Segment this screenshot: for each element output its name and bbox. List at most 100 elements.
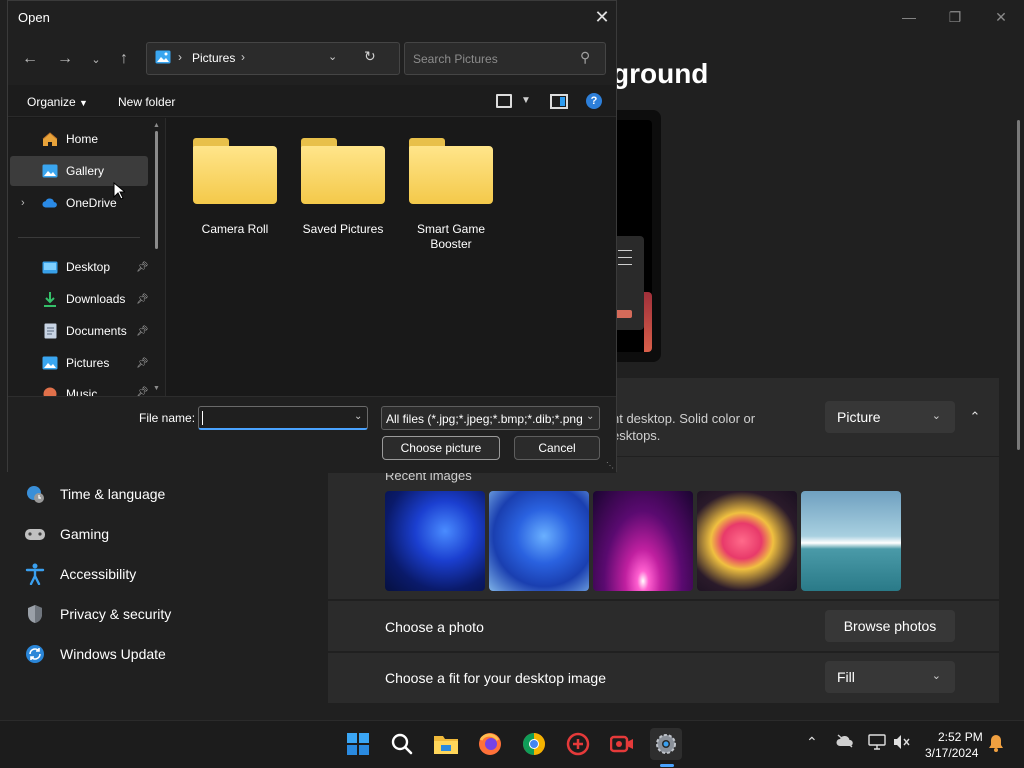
cancel-button[interactable]: Cancel [514, 436, 600, 460]
recorder-icon[interactable] [606, 728, 638, 760]
sidebar-item-downloads[interactable]: Downloads 📌︎ [10, 284, 149, 314]
pin-icon[interactable]: 📌︎ [136, 326, 149, 337]
dialog-titlebar [8, 1, 616, 33]
onedrive-offline-icon[interactable] [836, 734, 854, 751]
notification-bell-icon[interactable] [988, 734, 1004, 755]
download-icon [42, 291, 58, 307]
clock-date[interactable]: 3/17/2024 [925, 746, 978, 760]
folder-saved-pictures[interactable]: Saved Pictures [295, 138, 391, 237]
chrome-icon[interactable] [518, 728, 550, 760]
open-file-dialog: Open ✕ ← → ⌄ ↑ › Pictures › ⌄ ↻ Search P… [7, 0, 617, 473]
file-name-input[interactable] [198, 406, 368, 430]
sidebar-item-documents[interactable]: Documents 📌︎ [10, 316, 149, 346]
chevron-down-icon[interactable]: ⌄ [328, 50, 337, 63]
sidebar-item-desktop[interactable]: Desktop 📌︎ [10, 252, 149, 282]
personalize-description: nt desktop. Solid color or esktops. [612, 411, 756, 443]
shield-icon [24, 603, 46, 625]
close-button[interactable]: ✕ [978, 6, 1024, 28]
nav-item-time-language[interactable]: Time & language [24, 479, 165, 509]
pin-icon[interactable]: 📌︎ [136, 294, 149, 305]
text-cursor [202, 411, 203, 425]
gallery-icon [42, 163, 58, 179]
scrollbar[interactable] [1017, 120, 1020, 450]
navigation-scrollbar[interactable] [155, 131, 158, 249]
breadcrumb-separator-icon[interactable]: › [241, 50, 245, 64]
folder-camera-roll[interactable]: Camera Roll [187, 138, 283, 237]
scroll-up-arrow-icon[interactable]: ▲ [153, 122, 160, 129]
sidebar-divider [18, 237, 140, 238]
chevron-down-icon[interactable]: ⌄ [354, 411, 362, 422]
settings-icon[interactable] [650, 728, 682, 760]
nav-item-gaming[interactable]: Gaming [24, 519, 109, 549]
preview-wallpaper [644, 292, 652, 352]
chevron-down-icon: ⌄ [931, 670, 941, 682]
chevron-up-icon[interactable]: ⌃ [806, 734, 818, 751]
nav-item-accessibility[interactable]: Accessibility [24, 559, 136, 589]
address-bar[interactable] [146, 42, 400, 75]
folder-smart-game-booster[interactable]: Smart Game Booster [403, 138, 499, 252]
view-options-icon[interactable] [496, 94, 512, 108]
accessibility-icon [24, 563, 46, 585]
sidebar-item-music[interactable]: Music 📌︎ [10, 380, 148, 396]
sidebar-item-pictures[interactable]: Pictures 📌︎ [10, 348, 149, 378]
network-icon[interactable] [868, 734, 886, 753]
recent-locations-chevron-icon[interactable]: ⌄ [84, 49, 108, 69]
recent-image-1[interactable] [385, 491, 485, 591]
update-icon [24, 643, 46, 665]
file-type-select[interactable]: All files (*.jpg;*.jpeg;*.bmp;*.dib;*.pn… [381, 406, 600, 430]
breadcrumb-separator-icon[interactable]: › [178, 50, 182, 64]
cloud-icon [42, 195, 58, 211]
forward-arrow-icon[interactable]: → [53, 49, 77, 69]
sidebar-item-gallery[interactable]: Gallery [10, 156, 148, 186]
close-icon[interactable]: ✕ [592, 7, 612, 27]
game-booster-icon[interactable] [562, 728, 594, 760]
minimize-button[interactable]: — [886, 6, 932, 28]
recent-image-2[interactable] [489, 491, 589, 591]
firefox-icon[interactable] [474, 728, 506, 760]
pin-icon[interactable]: 📌︎ [136, 262, 149, 273]
organize-button[interactable]: Organize ▼ [27, 95, 88, 109]
recent-image-3[interactable] [593, 491, 693, 591]
folder-icon [193, 138, 277, 204]
chevron-down-icon: ▼ [79, 98, 88, 108]
globe-clock-icon [24, 483, 46, 505]
refresh-icon[interactable]: ↻ [364, 48, 382, 68]
pictures-icon [42, 355, 58, 371]
preview-pane-icon[interactable] [550, 94, 568, 109]
breadcrumb-pictures[interactable]: Pictures [192, 51, 235, 65]
pin-icon[interactable]: 📌︎ [136, 387, 148, 396]
nav-item-windows-update[interactable]: Windows Update [24, 639, 166, 669]
clock-time[interactable]: 2:52 PM [938, 730, 983, 744]
chevron-down-icon[interactable]: ⌄ [586, 411, 594, 422]
new-folder-button[interactable]: New folder [118, 95, 175, 109]
up-arrow-icon[interactable]: ↑ [112, 49, 136, 69]
music-icon [42, 386, 58, 396]
help-icon[interactable]: ? [586, 93, 602, 109]
back-arrow-icon[interactable]: ← [18, 49, 42, 69]
sidebar-item-onedrive[interactable]: OneDrive [10, 188, 148, 218]
sidebar-item-home[interactable]: Home [10, 124, 148, 154]
choose-picture-button[interactable]: Choose picture [382, 436, 500, 460]
pin-icon[interactable]: 📌︎ [136, 358, 149, 369]
scroll-down-arrow-icon[interactable]: ▼ [153, 385, 160, 392]
start-icon[interactable] [342, 728, 374, 760]
search-icon[interactable]: ⚲ [580, 49, 590, 66]
volume-muted-icon[interactable] [893, 734, 911, 753]
document-icon [42, 323, 58, 339]
chevron-down-icon: ⌄ [931, 410, 941, 422]
restore-button[interactable]: ❐ [932, 6, 978, 28]
search-icon[interactable] [386, 728, 418, 760]
browse-photos-button[interactable]: Browse photos [825, 610, 955, 642]
chevron-down-icon[interactable]: ▼ [521, 95, 531, 106]
resize-grip-icon[interactable]: ⋱ [606, 461, 614, 470]
chevron-up-icon[interactable]: ⌃ [962, 404, 988, 430]
recent-image-4[interactable] [697, 491, 797, 591]
nav-item-privacy-security[interactable]: Privacy & security [24, 599, 171, 629]
search-placeholder: Search Pictures [413, 52, 498, 66]
dialog-title: Open [18, 10, 50, 25]
file-explorer-icon[interactable] [430, 728, 462, 760]
fit-dropdown[interactable]: Fill ⌄ [825, 661, 955, 693]
background-type-dropdown[interactable]: Picture ⌄ [825, 401, 955, 433]
recent-image-5[interactable] [801, 491, 901, 591]
active-app-indicator [660, 764, 674, 767]
